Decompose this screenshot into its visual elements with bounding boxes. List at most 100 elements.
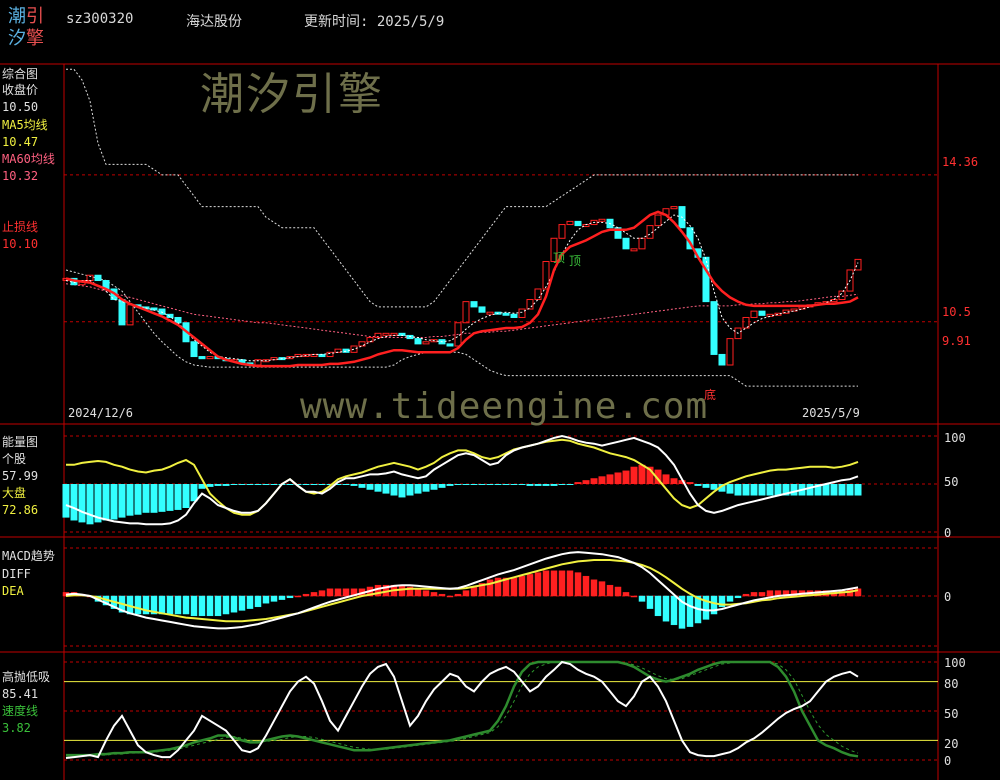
energy-bar [758, 484, 766, 496]
chart-window: { "header": { "logo_chars": ["潮","引","汐"… [0, 0, 1000, 780]
energy-bar [670, 478, 678, 484]
macd-bar [758, 592, 766, 597]
energy-bar [454, 484, 462, 485]
macd-bar [742, 593, 750, 597]
macd-bar [182, 595, 190, 615]
energy-bar [206, 484, 214, 487]
dea-label: DEA [2, 584, 24, 598]
macd-bar [550, 570, 558, 597]
candle [486, 311, 494, 315]
energy-bar [270, 484, 278, 485]
energy-bar [590, 478, 598, 484]
energy-bar [166, 484, 174, 511]
energy-bar [230, 484, 238, 485]
candle [638, 237, 646, 250]
panel4-title: 高抛低吸 [2, 670, 51, 684]
top-mark: 顶 [569, 254, 582, 268]
energy-tick: 0 [944, 526, 952, 540]
candle [446, 343, 454, 347]
energy-bar [854, 484, 862, 496]
ma5-label: MA5均线 [2, 118, 48, 132]
energy-bar [214, 484, 222, 486]
macd-bar [638, 595, 646, 602]
energy-bar [110, 484, 118, 520]
close-value: 10.50 [2, 100, 39, 114]
stock-energy-line [65, 434, 859, 526]
candle [750, 310, 758, 318]
candle [726, 338, 734, 366]
energy-bar [102, 484, 110, 521]
candle [470, 301, 478, 308]
candle [158, 308, 166, 315]
tide-line [65, 660, 859, 759]
energy-bar [534, 484, 542, 486]
macd-bar [598, 581, 606, 597]
energy-bar [246, 484, 254, 485]
stock-energy-value: 57.99 [2, 469, 39, 483]
macd-bar [438, 593, 446, 597]
macd-bar [630, 595, 638, 598]
tide-tick: 80 [944, 677, 959, 691]
market-energy-label: 大盘 [2, 486, 27, 500]
macd-bar [558, 570, 566, 597]
energy-bar [390, 484, 398, 496]
energy-bar [774, 484, 782, 496]
macd-bar [566, 570, 574, 597]
speed-value: 3.82 [2, 721, 31, 735]
candle [598, 218, 606, 222]
macd-bar [302, 593, 310, 597]
tide-tick: 0 [944, 754, 952, 768]
date-start: 2024/12/6 [68, 406, 134, 420]
energy-bar [518, 484, 526, 485]
url-watermark: www.tideengine.com [300, 386, 709, 427]
macd-bar [734, 595, 742, 599]
macd-bar [246, 595, 254, 609]
energy-bar [558, 484, 566, 485]
energy-bar [254, 484, 262, 485]
energy-bar [550, 484, 558, 486]
ma5-value: 10.47 [2, 135, 39, 149]
stop-loss-line [65, 210, 859, 368]
macd-bar [534, 572, 542, 597]
price-tick: 9.91 [942, 334, 971, 348]
macd-bar [238, 595, 246, 611]
energy-bar [238, 484, 246, 485]
energy-bar [838, 484, 846, 496]
energy-bar [438, 484, 446, 488]
macd-bar [470, 586, 478, 597]
panel2-title: 能量图 [2, 435, 39, 449]
stop-value: 10.10 [2, 237, 39, 251]
macd-bar [526, 574, 534, 597]
tide-tick: 50 [944, 707, 959, 721]
macd-bar [590, 579, 598, 597]
candle [406, 334, 414, 340]
market-energy-value: 72.86 [2, 503, 39, 517]
candle [190, 341, 198, 358]
energy-bar [382, 484, 390, 494]
macd-bar [766, 590, 774, 597]
ma60-label: MA60均线 [2, 152, 55, 166]
macd-bar [334, 588, 342, 597]
energy-bar [462, 484, 470, 485]
macd-bar [462, 590, 470, 597]
candle [542, 261, 550, 290]
macd-bar [646, 595, 654, 609]
candle [670, 206, 678, 210]
energy-bar [134, 484, 142, 515]
candle [502, 312, 510, 316]
candle [198, 356, 206, 360]
energy-bar [734, 484, 742, 496]
energy-bar [542, 484, 550, 486]
energy-bar [478, 484, 486, 485]
energy-bar [342, 484, 350, 485]
energy-tick: 100 [944, 431, 966, 445]
candle [462, 301, 470, 324]
energy-bar [318, 484, 326, 485]
macd-bar [158, 595, 166, 615]
energy-bar [566, 484, 574, 485]
macd-bar [262, 595, 270, 604]
candle [710, 301, 718, 355]
energy-bar [142, 484, 150, 513]
macd-bar [686, 595, 694, 627]
energy-bar [622, 470, 630, 484]
